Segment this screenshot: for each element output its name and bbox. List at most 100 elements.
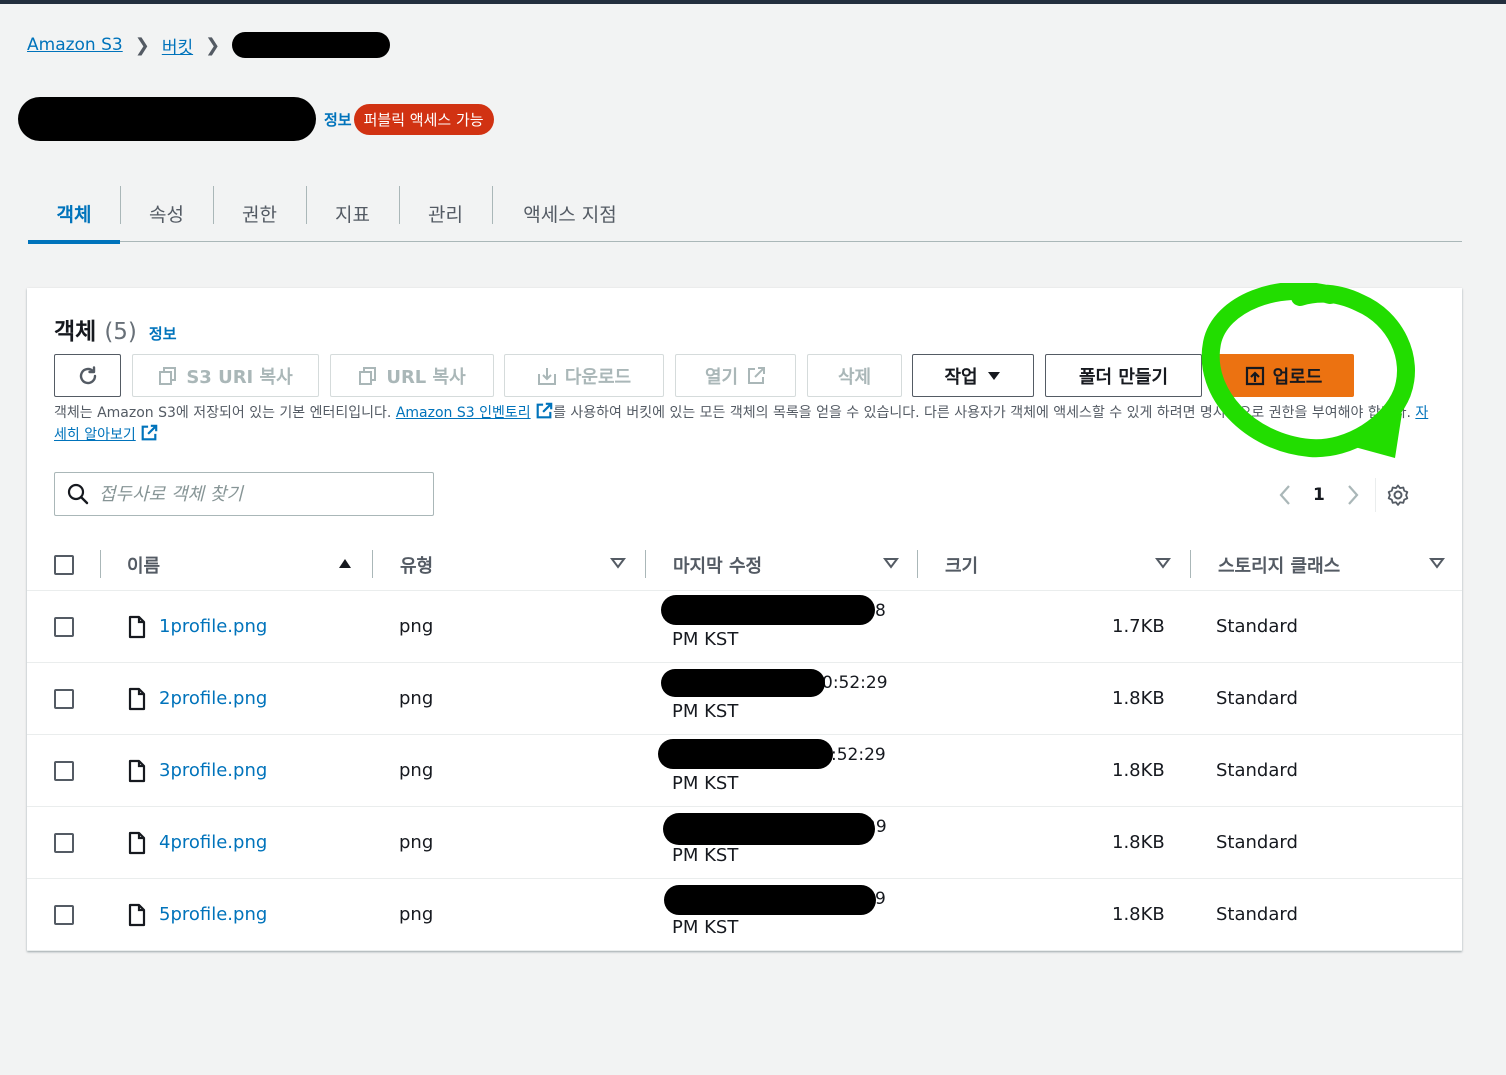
objects-count: (5) [104,319,137,345]
actions-label: 작업 [944,366,978,388]
table-row[interactable]: 1profile.png png 8 PM KST 1.7KB Standard [27,591,1462,663]
modified-suffix: PM KST [672,629,739,650]
open-button[interactable]: 열기 [675,354,796,397]
column-storage-class[interactable]: 스토리지 클래스 [1218,538,1448,591]
object-storage-class: Standard [1216,760,1298,781]
table-row[interactable]: 5profile.png png 9 PM KST 1.8KB Standard [27,879,1462,951]
upload-label: 업로드 [1272,366,1323,388]
object-name-link[interactable]: 4profile.png [159,832,267,853]
copy-url-button[interactable]: URL 복사 [330,354,494,397]
previous-page-icon[interactable] [1277,483,1293,507]
sort-caret-down-icon[interactable] [1429,556,1445,570]
download-icon [537,367,556,385]
table-row[interactable]: 2profile.png png 0:52:29 PM KST 1.8KB St… [27,663,1462,735]
file-icon [128,831,146,855]
file-icon [128,615,146,639]
settings-gear-icon[interactable] [1386,483,1410,507]
download-button[interactable]: 다운로드 [504,354,664,397]
object-name-link[interactable]: 1profile.png [159,616,267,637]
info-link[interactable]: 정보 [324,109,352,130]
external-link-icon[interactable] [140,424,158,442]
actions-dropdown[interactable]: 작업 [912,354,1034,397]
sort-caret-down-icon[interactable] [1155,556,1171,570]
tab-properties[interactable]: 속성 [120,184,213,242]
bucket-tabs: 객체 속성 권한 지표 관리 액세스 지점 [28,184,1462,244]
s3-inventory-link[interactable]: Amazon S3 인벤토리 [396,405,531,421]
object-size: 1.8KB [1112,832,1165,853]
objects-title: 객체 [54,319,97,345]
upload-button[interactable]: 업로드 [1213,354,1354,397]
delete-button[interactable]: 삭제 [807,354,902,397]
object-name-link[interactable]: 3profile.png [159,760,267,781]
object-size: 1.7KB [1112,616,1165,637]
row-checkbox[interactable] [54,905,74,925]
tab-objects[interactable]: 객체 [28,184,120,244]
tab-metrics[interactable]: 지표 [306,184,399,242]
row-checkbox[interactable] [54,617,74,637]
object-type: png [399,832,434,853]
refresh-button[interactable] [54,354,121,397]
copy-s3-uri-label: S3 URI 복사 [186,366,293,388]
tab-access-points[interactable]: 액세스 지점 [492,184,648,242]
copy-icon [159,366,177,385]
table-row[interactable]: 4profile.png png 29 PM KST 1.8KB Standar… [27,807,1462,879]
upload-icon [1245,366,1264,385]
objects-header: 객체 (5) 정보 [54,312,177,346]
redacted-date [661,595,875,625]
external-link-icon[interactable] [535,402,553,420]
sort-caret-down-icon[interactable] [610,556,626,570]
object-name-link[interactable]: 2profile.png [159,688,267,709]
column-name[interactable]: 이름 [127,538,357,591]
current-page[interactable]: 1 [1313,485,1325,505]
table-row[interactable]: 3profile.png png :52:29 PM KST 1.8KB Sta… [27,735,1462,807]
object-size: 1.8KB [1112,760,1165,781]
object-type: png [399,904,434,925]
modified-suffix: PM KST [672,773,739,794]
external-link-icon [748,366,766,384]
object-storage-class: Standard [1216,832,1298,853]
copy-icon [359,366,377,385]
sort-ascending-icon[interactable] [337,556,353,570]
row-checkbox[interactable] [54,761,74,781]
object-type: png [399,760,434,781]
table-header: 이름 유형 마지막 수정 크기 스토리지 클래스 [27,538,1462,591]
pagination: 1 [1277,478,1410,512]
breadcrumb: Amazon S3 ❯ 버킷 ❯ [27,30,391,60]
description-text-2: 를 사용하여 버킷에 있는 모든 객체의 목록을 얻을 수 있습니다. 다른 사… [553,405,1416,421]
object-search[interactable] [54,472,434,516]
search-input[interactable] [99,483,419,505]
column-last-modified[interactable]: 마지막 수정 [673,538,903,591]
row-checkbox[interactable] [54,833,74,853]
breadcrumb-buckets[interactable]: 버킷 [162,33,193,58]
tab-permissions[interactable]: 권한 [213,184,306,242]
objects-info-link[interactable]: 정보 [149,323,177,344]
modified-suffix: PM KST [672,917,739,938]
file-icon [128,687,146,711]
column-divider [100,550,101,578]
redacted-date [661,669,825,697]
column-last-modified-label: 마지막 수정 [673,555,763,577]
column-divider [1190,550,1191,578]
redacted-date [664,885,876,915]
row-checkbox[interactable] [54,689,74,709]
modified-visible: 9 [875,889,886,909]
file-icon [128,903,146,927]
object-storage-class: Standard [1216,904,1298,925]
object-type: png [399,688,434,709]
select-all-checkbox[interactable] [54,555,74,575]
redacted-bucket-name [232,32,391,58]
next-page-icon[interactable] [1345,483,1361,507]
search-icon [67,483,89,505]
sort-caret-down-icon[interactable] [883,556,899,570]
copy-s3-uri-button[interactable]: S3 URI 복사 [132,354,319,397]
page-title: 정보 퍼블릭 액세스 가능 [18,96,494,142]
column-type[interactable]: 유형 [400,538,630,591]
column-storage-class-label: 스토리지 클래스 [1218,555,1341,577]
object-name-link[interactable]: 5profile.png [159,904,267,925]
objects-description: 객체는 Amazon S3에 저장되어 있는 기본 엔터티입니다. Amazon… [54,402,1434,446]
create-folder-button[interactable]: 폴더 만들기 [1045,354,1202,397]
open-label: 열기 [704,366,739,388]
breadcrumb-amazon-s3[interactable]: Amazon S3 [27,35,123,55]
tab-management[interactable]: 관리 [399,184,492,242]
column-size[interactable]: 크기 [945,538,1175,591]
